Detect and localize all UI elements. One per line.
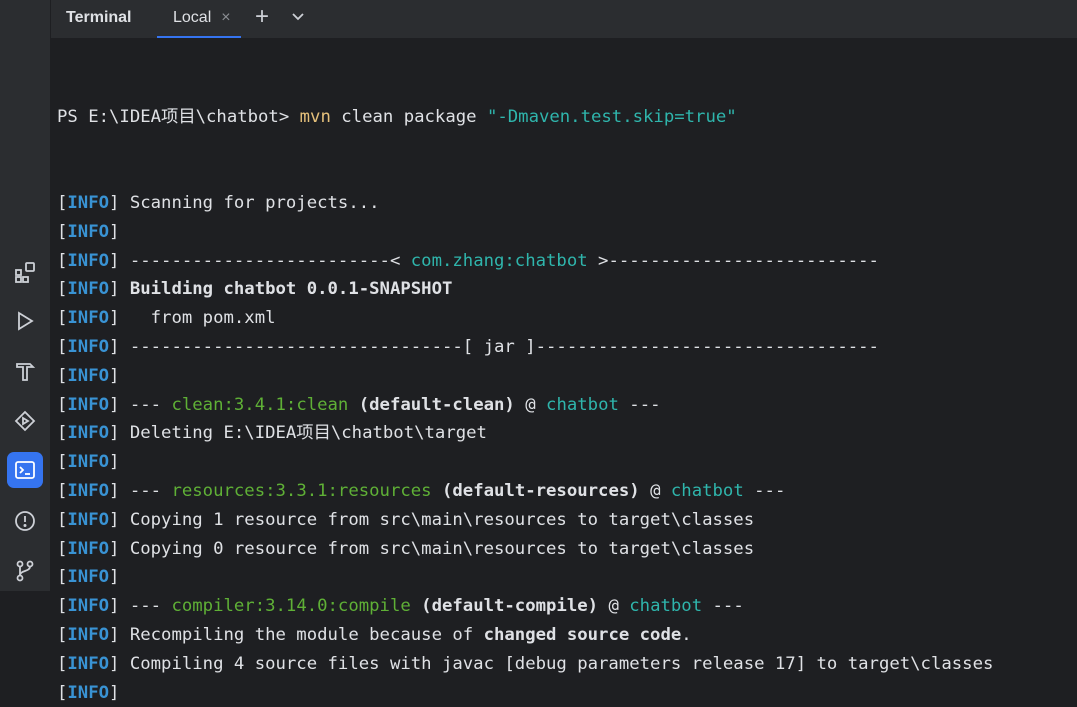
tool-window-sidebar [0,0,51,591]
close-tab-icon[interactable]: × [221,9,230,27]
log-line: [INFO] Recompiling the module because of… [57,624,692,645]
tab-label: Local [173,9,212,26]
log-text: from pom.xml [129,308,276,329]
services-icon[interactable] [7,403,43,439]
log-line: [INFO] [57,221,130,242]
log-line: [INFO] --- resources:3.3.1:resources (de… [57,480,786,501]
log-level: INFO [67,624,110,645]
log-level: INFO [67,423,110,444]
tool-window-title: Terminal [66,9,132,26]
log-line: [INFO] [57,567,130,588]
log-text: Scanning for projects... [129,192,380,213]
run-icon[interactable] [7,303,43,339]
log-text: --- [618,394,661,415]
log-text: @ [639,480,671,501]
log-line: [INFO] Scanning for projects... [57,192,380,213]
log-text: chatbot [670,480,744,501]
log-level: INFO [67,250,110,271]
log-text: --- [129,596,172,617]
log-level: INFO [67,394,110,415]
log-text: (default-clean) [358,394,515,415]
log-text: Building chatbot 0.0.1-SNAPSHOT [129,279,453,300]
log-text: --------------------------------[ jar ]-… [129,336,879,357]
terminal-icon[interactable] [7,452,43,488]
log-level: INFO [67,538,110,559]
new-tab-button[interactable]: + [255,5,269,29]
command-line: PS E:\IDEA项目\chatbot> mvn clean package … [57,103,1077,132]
log-line: [INFO] from pom.xml [57,308,276,329]
terminal-tabbar: Terminal Local × + [51,0,1077,39]
log-text: --- [129,394,172,415]
log-text: compiler:3.14.0:compile [171,596,411,617]
command-args: clean package [341,106,477,127]
log-text: @ [514,394,547,415]
log-text: --- [743,480,786,501]
chevron-down-icon[interactable] [289,8,307,26]
log-line: [INFO] Copying 0 resource from src\main\… [57,538,755,559]
log-text: resources:3.3.1:resources [171,480,432,501]
log-text: . [681,624,692,645]
log-line: [INFO] --- clean:3.4.1:clean (default-cl… [57,394,661,415]
terminal-output[interactable]: PS E:\IDEA项目\chatbot> mvn clean package … [57,45,1077,707]
log-line: [INFO] [57,682,130,703]
log-level: INFO [67,192,110,213]
log-line: [INFO] --------------------------------[… [57,336,879,357]
build-icon[interactable] [7,353,43,389]
log-text: Copying 0 resource from src\main\resourc… [129,538,755,559]
log-line: [INFO] Compiling 4 source files with jav… [57,653,994,674]
log-level: INFO [67,221,110,242]
log-level: INFO [67,653,110,674]
log-line: [INFO] Deleting E:\IDEA项目\chatbot\target [57,423,487,444]
log-level: INFO [67,336,110,357]
log-line: [INFO] --- compiler:3.14.0:compile (defa… [57,596,744,617]
log-text: com.zhang:chatbot [410,250,588,271]
log-line: [INFO] Copying 1 resource from src\main\… [57,509,755,530]
log-text: (default-compile) [421,596,599,617]
log-text: @ [598,596,630,617]
command-name: mvn [299,106,331,127]
terminal-panel: Terminal Local × + PS E:\IDEA项目\chatbot>… [51,0,1077,703]
log-level: INFO [67,596,110,617]
log-text: Recompiling the module because of [129,624,484,645]
structure-icon[interactable] [7,254,43,290]
log-text: (default-resources) [441,480,640,501]
log-level: INFO [67,509,110,530]
log-text: Compiling 4 source files with javac [deb… [129,653,994,674]
log-line: [INFO] Building chatbot 0.0.1-SNAPSHOT [57,279,453,300]
log-line: [INFO] -------------------------< com.zh… [57,250,879,271]
log-level: INFO [67,480,110,501]
log-text: chatbot [629,596,703,617]
tab-local[interactable]: Local × [157,0,241,38]
log-line: [INFO] [57,452,130,473]
log-text: --- [129,480,172,501]
log-level: INFO [67,279,110,300]
log-level: INFO [67,365,110,386]
log-text: -------------------------< [129,250,411,271]
log-line: [INFO] [57,365,130,386]
log-text: >-------------------------- [587,250,879,271]
log-level: INFO [67,308,110,329]
log-level: INFO [67,452,110,473]
log-level: INFO [67,682,110,703]
log-text: Deleting E:\IDEA项目\chatbot\target [129,423,487,444]
log-text: Copying 1 resource from src\main\resourc… [129,509,755,530]
log-text: clean:3.4.1:clean [171,394,349,415]
problems-icon[interactable] [7,503,43,539]
log-text: chatbot [546,394,619,415]
git-icon[interactable] [7,553,43,589]
log-text: --- [702,596,744,617]
log-level: INFO [67,567,110,588]
command-flag: "-Dmaven.test.skip=true" [486,106,737,127]
prompt: PS E:\IDEA项目\chatbot> [57,106,290,127]
log-text: changed source code [483,624,682,645]
